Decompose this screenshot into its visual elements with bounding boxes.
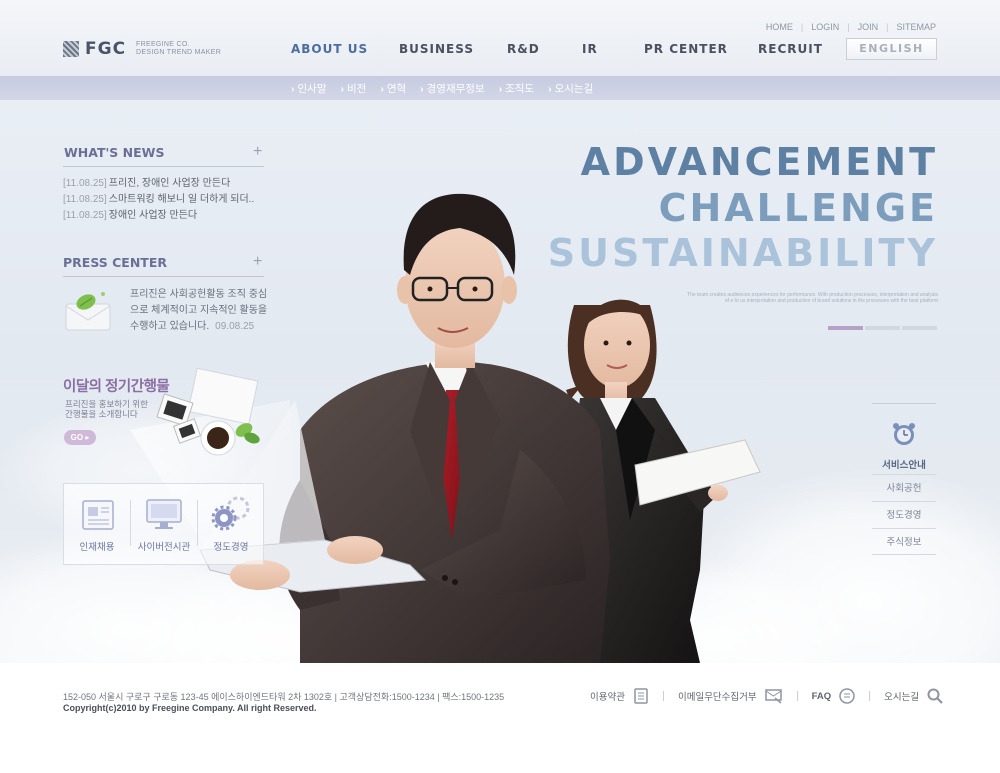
promo-go-button[interactable]: GO ▸ (64, 430, 96, 445)
document-icon (82, 500, 114, 530)
nav-recruit[interactable]: RECRUIT (758, 42, 823, 56)
util-home-link[interactable]: HOME (766, 22, 793, 32)
search-icon (927, 688, 943, 704)
service-ethics[interactable]: 정도경영 (872, 501, 936, 528)
service-social[interactable]: 사회공헌 (872, 474, 936, 501)
nav-pr-center[interactable]: PR CENTER (644, 42, 728, 56)
promo-subtitle: 프리진을 홍보하기 위한 간행물을 소개합니다 (65, 399, 148, 419)
nav-rnd[interactable]: R&D (507, 42, 540, 56)
footer-email-policy-link[interactable]: 이메일무단수집거부 (678, 688, 783, 704)
press-summary[interactable]: 프리진은 사회공헌활동 조직 중심으로 체계적이고 지속적인 활동을 수행하고 … (130, 287, 270, 335)
nav-business[interactable]: BUSINESS (399, 42, 474, 56)
utility-nav: HOME | LOGIN | JOIN | SITEMAP (765, 22, 936, 32)
divider (63, 276, 264, 277)
service-stock[interactable]: 주식정보 (872, 528, 936, 555)
service-panel: 서비스안내 사회공헌 정도경영 주식정보 (872, 403, 936, 555)
logo-tagline: FREEGINE CO. DESIGN TREND MAKER (136, 41, 222, 56)
gear-icon (211, 496, 250, 531)
news-section-title: WHAT'S NEWS (64, 145, 165, 160)
subnav-organization[interactable]: 조직도 (499, 81, 534, 96)
monitor-icon (146, 499, 182, 529)
header: FGC FREEGINE CO. DESIGN TREND MAKER HOME… (0, 0, 1000, 76)
quick-recruit[interactable]: 인재채용 (64, 484, 130, 564)
quick-recruit-label: 인재채용 (79, 542, 115, 553)
footer-directions-link[interactable]: 오시는길 (884, 688, 943, 704)
footer-address: 152-050 서울시 구로구 구로동 123-45 에이스하이엔드타워 2차 … (63, 692, 505, 702)
subnav-greeting[interactable]: 인사말 (291, 81, 327, 96)
news-item[interactable]: [11.08.25] 프리진, 장애인 사업장 만든다 (63, 176, 254, 192)
nav-ir[interactable]: IR (582, 42, 598, 56)
footer: 152-050 서울시 구로구 구로동 123-45 에이스하이엔드타워 2차 … (0, 663, 1000, 773)
press-section-title: PRESS CENTER (63, 255, 167, 270)
hero-section: ADVANCEMENT CHALLENGE SUSTAINABILITY The… (0, 100, 1000, 663)
service-title: 서비스안내 (882, 460, 926, 471)
footer-terms-link[interactable]: 이용약관 (590, 688, 649, 704)
publication-photos-image (156, 368, 260, 456)
footer-links: 이용약관 이메일무단수집거부 FAQ 오시는길 (590, 688, 943, 704)
news-item[interactable]: [11.08.25] 스마트워킹 해보니 일 더하게 되더.. (63, 192, 254, 208)
envelope-leaf-icon (65, 292, 111, 331)
press-more-icon[interactable]: + (253, 254, 262, 270)
util-login-link[interactable]: LOGIN (811, 22, 839, 32)
nav-about-us[interactable]: ABOUT US (291, 42, 368, 56)
subnav-vision[interactable]: 비전 (340, 81, 366, 96)
logo-mark-icon (63, 41, 79, 57)
util-join-link[interactable]: JOIN (858, 22, 879, 32)
english-button[interactable]: ENGLISH (846, 38, 937, 60)
quick-cyber-gallery-label: 사이버전시관 (137, 542, 191, 553)
logo[interactable]: FGC FREEGINE CO. DESIGN TREND MAKER (63, 39, 221, 59)
util-sitemap-link[interactable]: SITEMAP (896, 22, 936, 32)
sub-nav: 인사말 비전 연혁 경영재무정보 조직도 오시는길 (0, 76, 1000, 100)
divider (63, 166, 264, 167)
news-item[interactable]: [11.08.25] 장애인 사업장 만든다 (63, 208, 254, 224)
subnav-directions[interactable]: 오시는길 (548, 81, 594, 96)
logo-name: FGC (85, 39, 127, 59)
no-email-icon (764, 689, 782, 704)
document-icon (634, 688, 648, 704)
subnav-history[interactable]: 연혁 (380, 81, 406, 96)
news-more-icon[interactable]: + (253, 144, 262, 160)
quick-ethics[interactable]: 정도경영 (198, 484, 264, 564)
service-header[interactable]: 서비스안내 (872, 404, 936, 474)
subnav-finance[interactable]: 경영재무정보 (420, 81, 485, 96)
alarm-clock-icon (893, 423, 915, 445)
quick-cyber-gallery[interactable]: 사이버전시관 (131, 484, 197, 564)
main-nav: ABOUT US BUSINESS R&D IR PR CENTER RECRU… (291, 42, 936, 62)
quick-links: 인재채용 사이버전시관 정도경영 (63, 483, 264, 565)
news-list: [11.08.25] 프리진, 장애인 사업장 만든다 [11.08.25] 스마트… (63, 176, 254, 224)
footer-faq-link[interactable]: FAQ (812, 688, 856, 704)
footer-copyright: Copyright(c)2010 by Freegine Company. Al… (63, 703, 317, 713)
quick-ethics-label: 정도경영 (213, 542, 249, 553)
speech-bubble-icon (839, 688, 855, 704)
